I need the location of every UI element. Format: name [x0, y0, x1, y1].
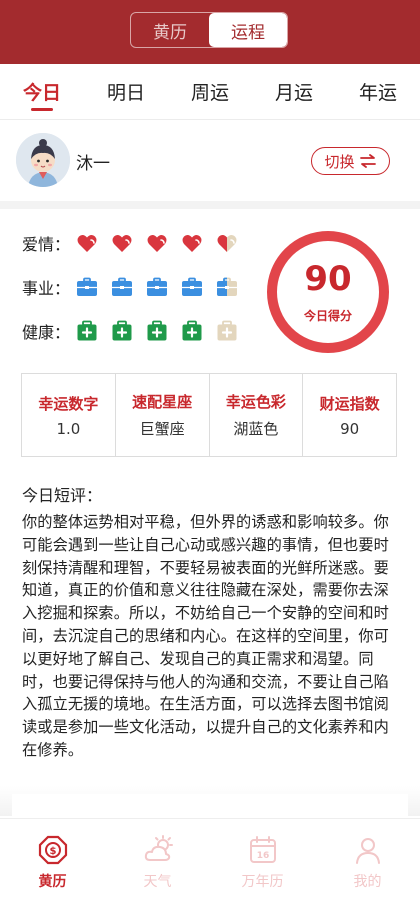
svg-text:16: 16 — [256, 851, 269, 861]
section-divider — [0, 201, 420, 209]
bottom-nav: $ 黄历 天气 16 万年历 我的 — [0, 818, 420, 904]
segment-fortune[interactable]: 运程 — [209, 13, 287, 47]
swap-arrows-icon — [359, 154, 376, 168]
heart-icon — [217, 234, 237, 252]
briefcase-icon — [147, 277, 167, 296]
rating-label-love: 爱情： — [22, 235, 71, 254]
mode-segmented-control: 黄历 运程 — [130, 12, 288, 48]
stat-title: 幸运色彩 — [225, 393, 286, 411]
stat-value: 巨蟹座 — [139, 420, 185, 438]
medkit-icon — [217, 320, 237, 341]
medkit-icon — [182, 320, 202, 341]
stat-match-sign: 速配星座 巨蟹座 — [116, 374, 210, 456]
calendar-icon: 16 — [249, 836, 276, 863]
stat-value: 1.0 — [56, 419, 81, 438]
tab-month[interactable]: 月运 — [252, 64, 336, 119]
stat-wealth-index: 财运指数 90 — [303, 374, 396, 456]
next-card-edge — [12, 794, 408, 818]
daily-score: 90 今日得分 — [265, 229, 391, 355]
nav-label: 我的 — [353, 874, 382, 890]
weather-icon — [144, 835, 173, 861]
career-icons — [76, 276, 238, 298]
stat-value: 90 — [340, 419, 360, 438]
avatar[interactable] — [16, 133, 70, 187]
health-icons — [76, 320, 238, 342]
comment-body: 你的整体运势相对平稳，但外界的诱惑和影响较多。你可能会遇到一些让自己心动或感兴趣… — [22, 513, 389, 759]
score-value: 90 — [304, 259, 352, 299]
rating-label-health: 健康： — [22, 323, 71, 342]
tab-today[interactable]: 今日 — [0, 64, 84, 119]
medkit-icon — [147, 320, 167, 341]
heart-icon — [182, 234, 202, 252]
rating-label-career: 事业： — [22, 279, 71, 298]
lucky-stats-table: 幸运数字 1.0 速配星座 巨蟹座 幸运色彩 湖蓝色 财运指数 90 — [21, 373, 397, 457]
tab-tomorrow[interactable]: 明日 — [84, 64, 168, 119]
nav-label: 万年历 — [241, 874, 284, 890]
nav-label: 黄历 — [38, 874, 67, 890]
rating-career: 事业： — [22, 273, 238, 301]
stat-lucky-number: 幸运数字 1.0 — [22, 374, 116, 456]
stat-title: 速配星座 — [132, 393, 193, 411]
medkit-icon — [112, 320, 132, 341]
tab-week[interactable]: 周运 — [168, 64, 252, 119]
svg-text:$: $ — [49, 846, 56, 857]
user-row: 沐一 切换 — [0, 121, 420, 201]
love-icons — [76, 232, 238, 254]
stat-lucky-color: 幸运色彩 湖蓝色 — [210, 374, 304, 456]
briefcase-icon — [217, 277, 237, 296]
rating-health: 健康： — [22, 317, 238, 345]
briefcase-icon — [112, 277, 132, 296]
briefcase-icon — [182, 277, 202, 296]
heart-icon — [112, 234, 132, 252]
profile-icon — [355, 838, 380, 864]
nav-profile[interactable]: 我的 — [315, 819, 420, 904]
segment-almanac[interactable]: 黄历 — [131, 13, 209, 47]
almanac-icon: $ — [38, 835, 67, 865]
nav-calendar[interactable]: 16 万年历 — [210, 819, 315, 904]
briefcase-icon — [77, 277, 97, 296]
user-name: 沐一 — [76, 154, 110, 174]
top-header: 黄历 运程 — [0, 0, 420, 64]
switch-user-button[interactable]: 切换 — [311, 147, 390, 175]
medkit-icon — [77, 320, 97, 341]
stat-title: 财运指数 — [319, 394, 380, 413]
stat-value: 湖蓝色 — [233, 420, 279, 438]
comment-title: 今日短评： — [22, 486, 103, 505]
score-label: 今日得分 — [303, 309, 352, 323]
period-tabs: 今日 明日 周运 月运 年运 — [0, 64, 420, 120]
stat-title: 幸运数字 — [38, 394, 99, 413]
nav-label: 天气 — [143, 874, 172, 890]
nav-almanac[interactable]: $ 黄历 — [0, 819, 105, 904]
heart-icon — [147, 234, 167, 252]
heart-icon — [77, 234, 97, 252]
rating-love: 爱情： — [22, 229, 238, 257]
tab-year[interactable]: 年运 — [336, 64, 420, 119]
avatar-image — [16, 133, 70, 187]
nav-weather[interactable]: 天气 — [105, 819, 210, 904]
switch-label: 切换 — [324, 152, 355, 171]
